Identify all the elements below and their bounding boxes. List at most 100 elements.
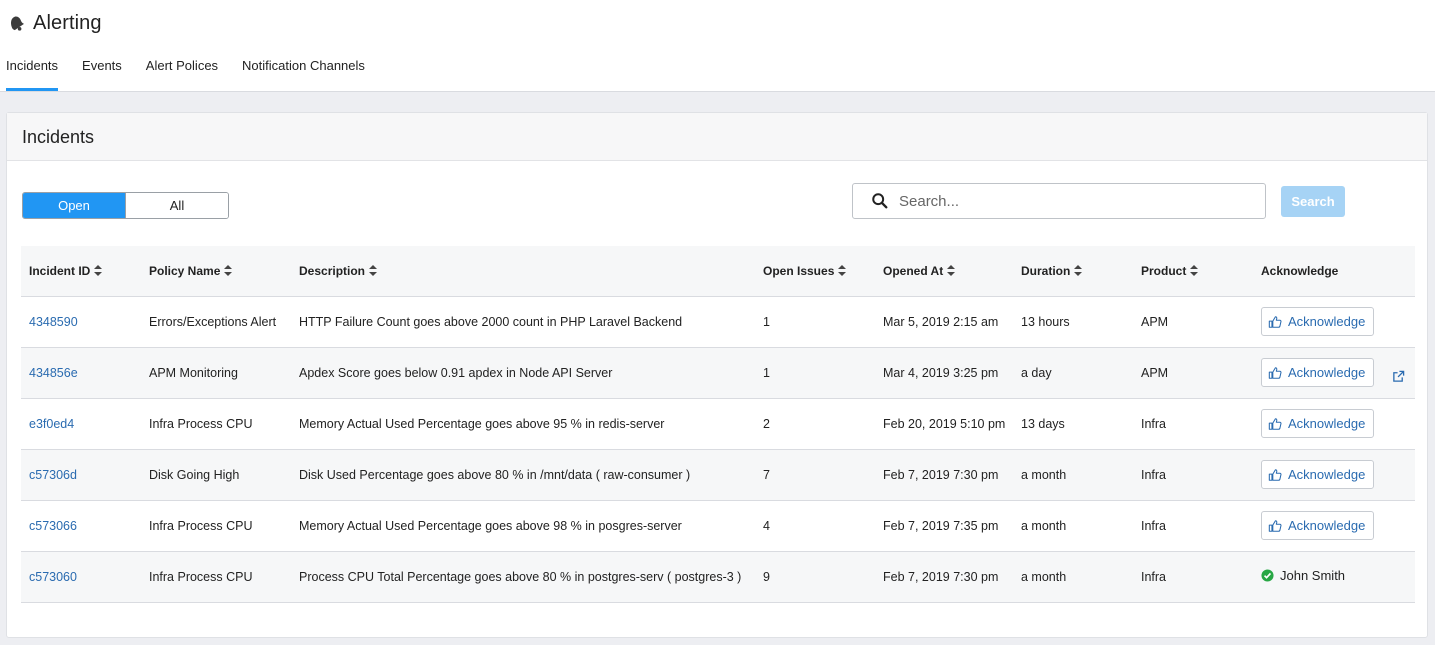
duration-cell: 13 hours: [1021, 314, 1070, 329]
table-row: c573066 Infra Process CPU Memory Actual Us…: [21, 500, 1415, 551]
incident-id-link[interactable]: c573060: [29, 570, 77, 584]
acknowledge-cell: Acknowledge: [1253, 449, 1415, 500]
incident-id-cell: e3f0ed4: [21, 398, 141, 449]
table-header-row: Incident ID Policy Name Description Open…: [21, 246, 1415, 297]
column-header-incident-id[interactable]: Incident ID: [21, 246, 141, 297]
incident-id-link[interactable]: c573066: [29, 519, 77, 533]
acknowledge-label: Acknowledge: [1288, 416, 1366, 431]
bell-icon: [11, 16, 24, 31]
panel-title: Incidents: [22, 127, 95, 147]
incident-id-cell: 4348590: [21, 296, 141, 347]
acknowledge-cell: Acknowledge: [1253, 296, 1415, 347]
column-header-policy-name[interactable]: Policy Name: [141, 246, 291, 297]
incident-id-cell: c573066: [21, 500, 141, 551]
thumbs-up-icon: [1268, 519, 1282, 532]
product-cell: Infra: [1141, 467, 1167, 482]
open-issues-cell: 4: [763, 518, 770, 533]
description-cell: Memory Actual Used Percentage goes above…: [299, 518, 682, 533]
acknowledge-button[interactable]: Acknowledge: [1261, 358, 1375, 387]
policy-name-cell: APM Monitoring: [149, 365, 238, 380]
all-filter-button[interactable]: All: [125, 193, 228, 218]
description-cell: HTTP Failure Count goes above 2000 count…: [299, 314, 683, 329]
table-row: c57306d Disk Going High Disk Used Percenta…: [21, 449, 1415, 500]
incidents-table: Incident ID Policy Name Description Open…: [21, 246, 1415, 603]
policy-name-cell: Errors/Exceptions Alert: [149, 314, 277, 329]
tab-alert-polices[interactable]: Alert Polices: [146, 52, 218, 91]
opened-at-cell: Feb 20, 2019 5:10 pm: [883, 416, 1006, 431]
tab-bar: Incidents Events Alert Polices Notificat…: [6, 52, 389, 92]
sort-icon: [947, 264, 956, 276]
column-header-description[interactable]: Description: [291, 246, 755, 297]
acknowledge-button[interactable]: Acknowledge: [1261, 460, 1375, 489]
incident-id-link[interactable]: c57306d: [29, 468, 77, 482]
thumbs-up-icon: [1268, 366, 1282, 379]
sort-icon: [224, 264, 233, 276]
incident-id-cell: c573060: [21, 551, 141, 602]
description-cell: Memory Actual Used Percentage goes above…: [299, 416, 665, 431]
open-issues-cell: 1: [763, 314, 770, 329]
tab-notification-channels[interactable]: Notification Channels: [242, 52, 365, 91]
acknowledge-label: Acknowledge: [1288, 365, 1366, 380]
acknowledged-by: John Smith: [1280, 568, 1346, 583]
tab-events[interactable]: Events: [82, 52, 122, 91]
sort-icon: [1190, 264, 1199, 276]
duration-cell: a day: [1021, 365, 1052, 380]
product-cell: APM: [1141, 314, 1169, 329]
open-filter-button[interactable]: Open: [23, 193, 125, 218]
policy-name-cell: Infra Process CPU: [149, 416, 253, 431]
app-title-row: Alerting: [7, 10, 102, 36]
description-cell: Disk Used Percentage goes above 80 % in …: [299, 467, 691, 482]
sort-icon: [1074, 264, 1083, 276]
opened-at-cell: Mar 4, 2019 3:25 pm: [883, 365, 999, 380]
app-title: Alerting: [33, 11, 102, 34]
tab-incidents[interactable]: Incidents: [6, 52, 59, 91]
incident-id-link[interactable]: 434856e: [29, 366, 78, 380]
duration-cell: a month: [1021, 467, 1067, 482]
open-issues-cell: 9: [763, 569, 770, 584]
table-row: 4348590 Errors/Exceptions Alert HTTP Failu…: [21, 296, 1415, 347]
column-header-open-issues[interactable]: Open Issues: [755, 246, 875, 297]
open-issues-cell: 2: [763, 416, 770, 431]
incident-id-link[interactable]: e3f0ed4: [29, 417, 74, 431]
panel-header: Incidents: [7, 113, 1427, 161]
opened-at-cell: Feb 7, 2019 7:35 pm: [883, 518, 999, 533]
acknowledge-cell: Acknowledge: [1253, 347, 1415, 398]
thumbs-up-icon: [1268, 417, 1282, 430]
sort-icon: [838, 264, 847, 276]
column-header-duration[interactable]: Duration: [1013, 246, 1133, 297]
acknowledged-status: John Smith: [1261, 568, 1345, 583]
opened-at-cell: Feb 7, 2019 7:30 pm: [883, 467, 999, 482]
table-row: e3f0ed4 Infra Process CPU Memory Actual Us…: [21, 398, 1415, 449]
open-issues-cell: 7: [763, 467, 770, 482]
opened-at-cell: Mar 5, 2019 2:15 am: [883, 314, 999, 329]
policy-name-cell: Disk Going High: [149, 467, 240, 482]
duration-cell: a month: [1021, 518, 1067, 533]
acknowledge-button[interactable]: Acknowledge: [1261, 511, 1375, 540]
column-header-product[interactable]: Product: [1133, 246, 1253, 297]
external-link-icon[interactable]: [1392, 370, 1405, 383]
acknowledge-cell: Acknowledge: [1253, 398, 1415, 449]
acknowledge-button[interactable]: Acknowledge: [1261, 409, 1375, 438]
duration-cell: a month: [1021, 569, 1067, 584]
table-row: c573060 Infra Process CPU Process CPU Tota…: [21, 551, 1415, 602]
check-circle-icon: [1261, 569, 1274, 582]
policy-name-cell: Infra Process CPU: [149, 569, 253, 584]
search-input[interactable]: [899, 192, 1259, 210]
column-header-opened-at[interactable]: Opened At: [875, 246, 1013, 297]
open-issues-cell: 1: [763, 365, 770, 380]
incident-id-cell: 434856e: [21, 347, 141, 398]
product-cell: Infra: [1141, 518, 1167, 533]
acknowledge-label: Acknowledge: [1288, 467, 1366, 482]
product-cell: Infra: [1141, 416, 1167, 431]
sort-icon: [94, 264, 103, 276]
incident-id-cell: c57306d: [21, 449, 141, 500]
description-cell: Process CPU Total Percentage goes above …: [299, 569, 742, 584]
search-button[interactable]: Search: [1281, 186, 1345, 217]
acknowledge-cell: John Smith: [1253, 551, 1415, 602]
incidents-panel: Incidents Open All Search Incident ID Po…: [6, 112, 1428, 638]
acknowledge-label: Acknowledge: [1288, 314, 1366, 329]
app-header: Alerting Incidents Events Alert Polices …: [0, 0, 1435, 92]
thumbs-up-icon: [1268, 468, 1282, 481]
acknowledge-button[interactable]: Acknowledge: [1261, 307, 1375, 336]
incident-id-link[interactable]: 4348590: [29, 315, 78, 329]
